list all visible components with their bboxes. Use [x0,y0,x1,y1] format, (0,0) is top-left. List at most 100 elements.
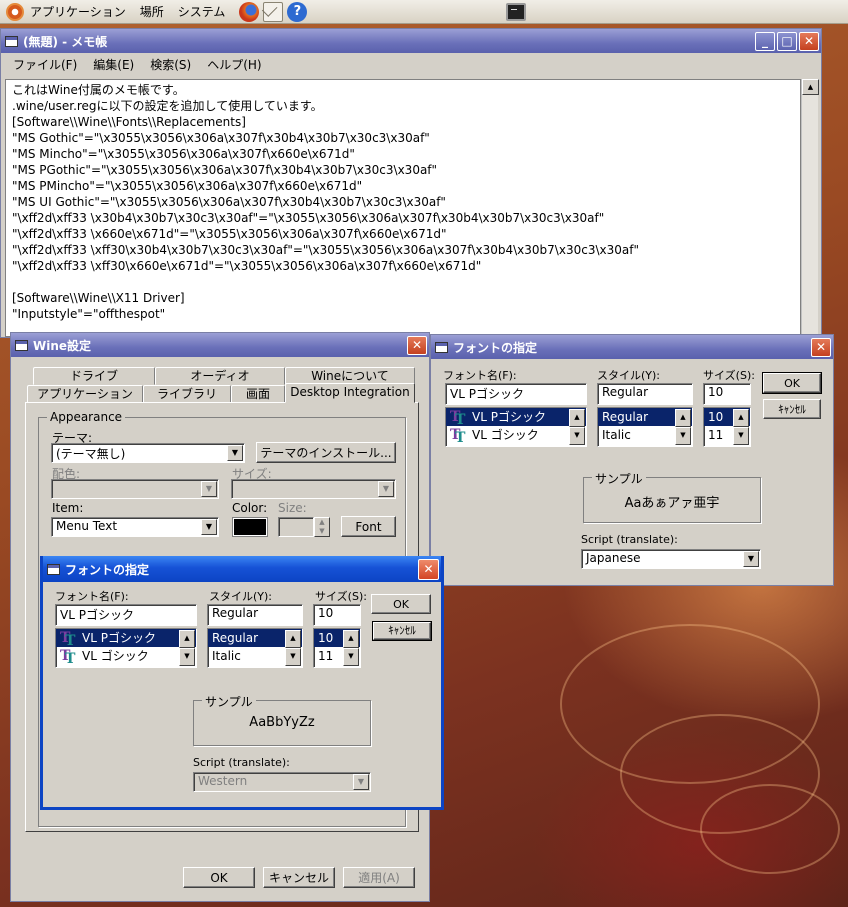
size-combo[interactable]: ▼ [231,479,396,499]
font-dialog-left-title: フォントの指定 [65,562,150,577]
ok-button[interactable]: OK [183,867,255,888]
text-line: "\xff2d\xff33 \x30b4\x30b7\x30c3\x30af"=… [12,211,605,225]
chevron-down-icon[interactable]: ▼ [743,551,759,567]
notepad-scrollbar[interactable]: ▲ [801,79,819,337]
ubuntu-logo-icon[interactable] [6,2,24,21]
cancel-button[interactable]: ｷｬﾝｾﾙ [763,399,821,419]
ok-button[interactable]: OK [371,594,431,614]
cancel-button[interactable]: ｷｬﾝｾﾙ [372,621,432,641]
font-list[interactable]: T T VL Pゴシック T T VL ゴシック ▲ ▼ [55,628,197,668]
chevron-down-icon[interactable]: ▼ [201,481,217,497]
scroll-up-arrow-icon[interactable]: ▲ [569,409,585,427]
item-combo-value: Menu Text [56,519,118,533]
style-list[interactable]: Regular Italic ▲ ▼ [597,407,693,447]
scroll-up-arrow-icon[interactable]: ▲ [675,409,691,427]
truetype-icon: TT [60,630,76,649]
style-input[interactable]: Regular [597,383,693,405]
notepad-titlebar[interactable]: (無題) - メモ帳 _ □ ✕ [1,29,821,53]
apply-button[interactable]: 適用(A) [343,867,415,888]
scroll-down-arrow-icon[interactable]: ▼ [733,427,749,445]
menu-search[interactable]: 検索(S) [150,56,191,73]
scroll-up-arrow-icon[interactable]: ▲ [802,79,819,95]
font-name-input[interactable]: VL Pゴシック [445,383,587,405]
menu-help[interactable]: ヘルプ(H) [207,56,261,73]
notepad-text-area[interactable]: これはWine付属のメモ帳です。 .wine/user.regに以下の設定を追加し… [5,79,801,337]
font-dialog-right-titlebar[interactable]: フォントの指定 ✕ [431,335,833,359]
chevron-down-icon[interactable]: ▼ [378,481,394,497]
tab-graphics[interactable]: 画面 [231,385,285,403]
size-input[interactable]: 10 [313,604,361,626]
scroll-down-arrow-icon[interactable]: ▼ [285,648,301,666]
size-list[interactable]: 10 11 ▲ ▼ [313,628,361,668]
terminal-icon[interactable] [506,3,526,21]
list-item[interactable]: T T VL ゴシック [56,647,196,667]
truetype-icon: TT [450,409,466,428]
panel-menu-applications[interactable]: アプリケーション [30,3,126,20]
help-icon[interactable]: ? [287,1,308,22]
style-list[interactable]: Regular Italic ▲ ▼ [207,628,303,668]
scroll-down-arrow-icon[interactable]: ▼ [675,427,691,445]
tab-drives[interactable]: ドライブ [33,367,155,385]
size-input[interactable]: 10 [703,383,751,405]
menu-edit[interactable]: 編集(E) [93,56,134,73]
scroll-down-arrow-icon[interactable]: ▼ [569,427,585,445]
size-stepper[interactable] [278,517,314,537]
install-theme-button[interactable]: テーマのインストール... [256,442,396,463]
ok-button[interactable]: OK [762,372,822,394]
notepad-menubar: ファイル(F) 編集(E) 検索(S) ヘルプ(H) [1,53,821,75]
scroll-down-arrow-icon[interactable]: ▼ [179,648,195,666]
theme-combo[interactable]: (テーマ無し) ▼ [51,443,245,463]
font-dialog-left-close-button[interactable]: ✕ [418,558,439,580]
size-list[interactable]: 10 11 ▲ ▼ [703,407,751,447]
chevron-down-icon[interactable]: ▼ [201,519,217,535]
text-line: "\xff2d\xff33 \xff30\x30b4\x30b7\x30c3\x… [12,243,639,257]
script-combo[interactable]: Japanese ▼ [581,549,761,569]
tab-audio[interactable]: オーディオ [155,367,285,385]
scroll-up-arrow-icon[interactable]: ▲ [733,409,749,427]
maximize-button[interactable]: □ [777,31,797,51]
size-stepper-arrows[interactable]: ▲ ▼ [314,517,330,537]
scroll-up-arrow-icon[interactable]: ▲ [179,630,195,648]
menu-file[interactable]: ファイル(F) [13,56,77,73]
text-line: これはWine付属のメモ帳です。 [12,83,185,97]
text-line: "Inputstyle"="offthespot" [12,307,166,321]
chevron-down-icon[interactable]: ▼ [227,445,243,461]
scroll-up-arrow-icon[interactable]: ▲ [343,630,359,648]
scroll-up-arrow-icon[interactable]: ▲ [285,630,301,648]
style-input[interactable]: Regular [207,604,303,626]
minimize-button[interactable]: _ [755,31,775,51]
list-item[interactable]: T T VL Pゴシック [446,408,586,428]
list-item[interactable]: T T VL ゴシック [446,426,586,446]
font-button[interactable]: Font [341,516,396,537]
font-dialog-right-close-button[interactable]: ✕ [811,337,831,357]
font-name-input[interactable]: VL Pゴシック [55,604,197,626]
panel-menu-system[interactable]: システム [178,3,226,20]
font-name-label: フォント名(F): [55,590,129,603]
list-item[interactable]: T T VL Pゴシック [56,629,196,649]
font-dialog-left-titlebar[interactable]: フォントの指定 ✕ [43,556,441,582]
font-list[interactable]: T T VL Pゴシック T T VL ゴシック ▲ ▼ [445,407,587,447]
winecfg-close-button[interactable]: ✕ [407,335,427,355]
font-dialog-right-title: フォントの指定 [453,340,538,355]
chevron-down-icon[interactable]: ▼ [353,774,369,790]
theme-combo-value: (テーマ無し) [56,447,126,461]
close-button[interactable]: ✕ [799,31,819,51]
firefox-icon[interactable] [239,1,260,22]
winecfg-titlebar[interactable]: Wine設定 ✕ [11,333,429,357]
sample-label: サンプル [202,693,256,710]
tab-libraries[interactable]: ライブラリ [143,385,231,403]
color-swatch[interactable] [232,517,268,537]
scroll-down-arrow-icon[interactable]: ▼ [343,648,359,666]
cancel-button[interactable]: キャンセル [263,867,335,888]
item-combo[interactable]: Menu Text ▼ [51,517,219,537]
color-scheme-combo[interactable]: ▼ [51,479,219,499]
tab-desktop-integration[interactable]: Desktop Integration [285,383,415,403]
sample-group: サンプル Aaあぁアァ亜宇 [583,470,761,523]
text-line: "MS Mincho"="\x3055\x3056\x306a\x307f\x6… [12,147,355,161]
mail-icon[interactable] [263,1,284,22]
notepad-app-icon [5,35,18,47]
tab-applications[interactable]: アプリケーション [27,385,143,403]
panel-menu-places[interactable]: 場所 [140,3,164,20]
font-dialog-left: フォントの指定 ✕ フォント名(F): スタイル(Y): サイズ(S): VL … [40,556,444,810]
script-combo[interactable]: Western ▼ [193,772,371,792]
